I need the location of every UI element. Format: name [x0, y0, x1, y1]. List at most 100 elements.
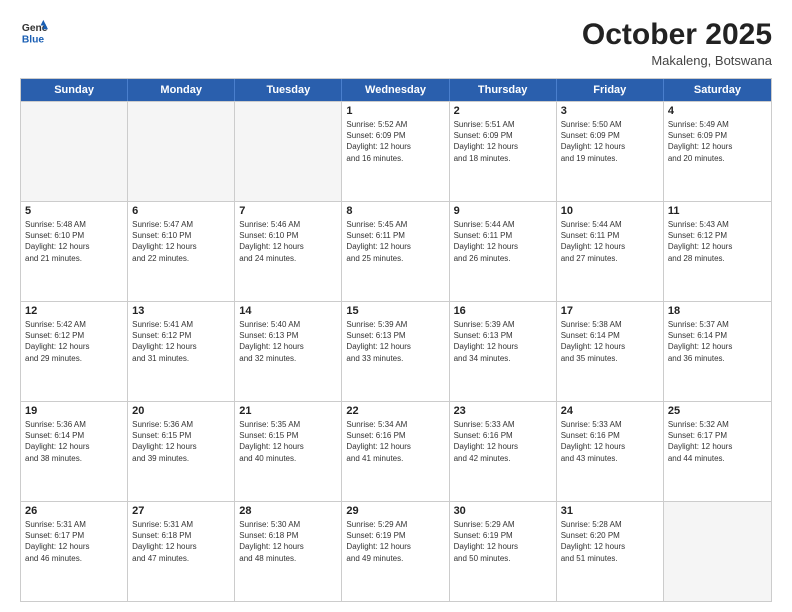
day-number: 6 [132, 205, 230, 217]
day-number: 27 [132, 505, 230, 517]
day-info: Sunrise: 5:31 AM Sunset: 6:18 PM Dayligh… [132, 519, 230, 564]
day-info: Sunrise: 5:44 AM Sunset: 6:11 PM Dayligh… [561, 219, 659, 264]
day-number: 24 [561, 405, 659, 417]
logo-icon: General Blue [20, 18, 48, 46]
day-info: Sunrise: 5:29 AM Sunset: 6:19 PM Dayligh… [346, 519, 444, 564]
calendar-cell: 15 Sunrise: 5:39 AM Sunset: 6:13 PM Dayli… [342, 302, 449, 401]
month-title: October 2025 [582, 18, 772, 51]
day-info: Sunrise: 5:42 AM Sunset: 6:12 PM Dayligh… [25, 319, 123, 364]
day-info: Sunrise: 5:32 AM Sunset: 6:17 PM Dayligh… [668, 419, 767, 464]
calendar-cell: 27 Sunrise: 5:31 AM Sunset: 6:18 PM Dayli… [128, 502, 235, 601]
location: Makaleng, Botswana [582, 53, 772, 68]
day-number: 21 [239, 405, 337, 417]
day-number: 8 [346, 205, 444, 217]
day-info: Sunrise: 5:38 AM Sunset: 6:14 PM Dayligh… [561, 319, 659, 364]
page: General Blue October 2025 Makaleng, Bots… [0, 0, 792, 612]
calendar-row: 19Sunrise: 5:36 AM Sunset: 6:14 PM Dayli… [21, 401, 771, 501]
weekday-header: Sunday [21, 79, 128, 101]
calendar-cell: 10 Sunrise: 5:44 AM Sunset: 6:11 PM Dayli… [557, 202, 664, 301]
weekday-header: Monday [128, 79, 235, 101]
day-number: 30 [454, 505, 552, 517]
calendar-cell: 1 Sunrise: 5:52 AM Sunset: 6:09 PM Daylig… [342, 102, 449, 201]
day-number: 20 [132, 405, 230, 417]
day-number: 1 [346, 105, 444, 117]
day-info: Sunrise: 5:34 AM Sunset: 6:16 PM Dayligh… [346, 419, 444, 464]
calendar-cell: 30 Sunrise: 5:29 AM Sunset: 6:19 PM Dayli… [450, 502, 557, 601]
day-info: Sunrise: 5:49 AM Sunset: 6:09 PM Dayligh… [668, 119, 767, 164]
day-number: 15 [346, 305, 444, 317]
day-info: Sunrise: 5:46 AM Sunset: 6:10 PM Dayligh… [239, 219, 337, 264]
calendar-cell [21, 102, 128, 201]
day-info: Sunrise: 5:50 AM Sunset: 6:09 PM Dayligh… [561, 119, 659, 164]
calendar-cell: 8 Sunrise: 5:45 AM Sunset: 6:11 PM Daylig… [342, 202, 449, 301]
calendar-row: 26 Sunrise: 5:31 AM Sunset: 6:17 PM Dayli… [21, 501, 771, 601]
day-number: 26 [25, 505, 123, 517]
calendar-cell: 26 Sunrise: 5:31 AM Sunset: 6:17 PM Dayli… [21, 502, 128, 601]
calendar-row: 5Sunrise: 5:48 AM Sunset: 6:10 PM Daylig… [21, 201, 771, 301]
calendar-cell: 13 Sunrise: 5:41 AM Sunset: 6:12 PM Dayli… [128, 302, 235, 401]
calendar-cell: 6Sunrise: 5:47 AM Sunset: 6:10 PM Daylig… [128, 202, 235, 301]
day-info: Sunrise: 5:35 AM Sunset: 6:15 PM Dayligh… [239, 419, 337, 464]
calendar-cell: 24 Sunrise: 5:33 AM Sunset: 6:16 PM Dayli… [557, 402, 664, 501]
day-info: Sunrise: 5:39 AM Sunset: 6:13 PM Dayligh… [346, 319, 444, 364]
calendar-cell: 3 Sunrise: 5:50 AM Sunset: 6:09 PM Daylig… [557, 102, 664, 201]
day-info: Sunrise: 5:39 AM Sunset: 6:13 PM Dayligh… [454, 319, 552, 364]
day-info: Sunrise: 5:33 AM Sunset: 6:16 PM Dayligh… [561, 419, 659, 464]
calendar-cell: 25 Sunrise: 5:32 AM Sunset: 6:17 PM Dayli… [664, 402, 771, 501]
calendar-cell: 19Sunrise: 5:36 AM Sunset: 6:14 PM Dayli… [21, 402, 128, 501]
calendar-cell: 28Sunrise: 5:30 AM Sunset: 6:18 PM Dayli… [235, 502, 342, 601]
calendar: SundayMondayTuesdayWednesdayThursdayFrid… [20, 78, 772, 602]
day-number: 29 [346, 505, 444, 517]
day-info: Sunrise: 5:28 AM Sunset: 6:20 PM Dayligh… [561, 519, 659, 564]
day-info: Sunrise: 5:37 AM Sunset: 6:14 PM Dayligh… [668, 319, 767, 364]
day-number: 3 [561, 105, 659, 117]
day-number: 13 [132, 305, 230, 317]
calendar-cell: 16Sunrise: 5:39 AM Sunset: 6:13 PM Dayli… [450, 302, 557, 401]
day-number: 12 [25, 305, 123, 317]
day-number: 23 [454, 405, 552, 417]
day-info: Sunrise: 5:41 AM Sunset: 6:12 PM Dayligh… [132, 319, 230, 364]
calendar-cell: 5Sunrise: 5:48 AM Sunset: 6:10 PM Daylig… [21, 202, 128, 301]
title-block: October 2025 Makaleng, Botswana [582, 18, 772, 68]
calendar-cell: 12 Sunrise: 5:42 AM Sunset: 6:12 PM Dayli… [21, 302, 128, 401]
calendar-cell: 2 Sunrise: 5:51 AM Sunset: 6:09 PM Daylig… [450, 102, 557, 201]
day-number: 14 [239, 305, 337, 317]
weekday-header: Wednesday [342, 79, 449, 101]
day-number: 7 [239, 205, 337, 217]
day-info: Sunrise: 5:29 AM Sunset: 6:19 PM Dayligh… [454, 519, 552, 564]
calendar-cell: 31Sunrise: 5:28 AM Sunset: 6:20 PM Dayli… [557, 502, 664, 601]
calendar-cell: 20 Sunrise: 5:36 AM Sunset: 6:15 PM Dayli… [128, 402, 235, 501]
day-number: 25 [668, 405, 767, 417]
calendar-cell: 29 Sunrise: 5:29 AM Sunset: 6:19 PM Dayli… [342, 502, 449, 601]
day-info: Sunrise: 5:45 AM Sunset: 6:11 PM Dayligh… [346, 219, 444, 264]
calendar-cell: 7 Sunrise: 5:46 AM Sunset: 6:10 PM Daylig… [235, 202, 342, 301]
day-info: Sunrise: 5:33 AM Sunset: 6:16 PM Dayligh… [454, 419, 552, 464]
day-info: Sunrise: 5:48 AM Sunset: 6:10 PM Dayligh… [25, 219, 123, 264]
weekday-header: Friday [557, 79, 664, 101]
calendar-cell: 23 Sunrise: 5:33 AM Sunset: 6:16 PM Dayli… [450, 402, 557, 501]
day-number: 9 [454, 205, 552, 217]
day-info: Sunrise: 5:30 AM Sunset: 6:18 PM Dayligh… [239, 519, 337, 564]
day-number: 22 [346, 405, 444, 417]
day-number: 2 [454, 105, 552, 117]
weekday-header: Thursday [450, 79, 557, 101]
logo: General Blue [20, 18, 48, 46]
calendar-cell: 18 Sunrise: 5:37 AM Sunset: 6:14 PM Dayli… [664, 302, 771, 401]
day-info: Sunrise: 5:52 AM Sunset: 6:09 PM Dayligh… [346, 119, 444, 164]
calendar-row: 1 Sunrise: 5:52 AM Sunset: 6:09 PM Daylig… [21, 101, 771, 201]
weekday-header: Saturday [664, 79, 771, 101]
day-number: 11 [668, 205, 767, 217]
calendar-cell: 17 Sunrise: 5:38 AM Sunset: 6:14 PM Dayli… [557, 302, 664, 401]
day-info: Sunrise: 5:36 AM Sunset: 6:15 PM Dayligh… [132, 419, 230, 464]
day-info: Sunrise: 5:51 AM Sunset: 6:09 PM Dayligh… [454, 119, 552, 164]
calendar-cell: 14Sunrise: 5:40 AM Sunset: 6:13 PM Dayli… [235, 302, 342, 401]
calendar-cell: 9Sunrise: 5:44 AM Sunset: 6:11 PM Daylig… [450, 202, 557, 301]
calendar-cell [128, 102, 235, 201]
calendar-cell: 11Sunrise: 5:43 AM Sunset: 6:12 PM Dayli… [664, 202, 771, 301]
day-number: 10 [561, 205, 659, 217]
calendar-cell [664, 502, 771, 601]
day-number: 17 [561, 305, 659, 317]
calendar-cell [235, 102, 342, 201]
day-info: Sunrise: 5:31 AM Sunset: 6:17 PM Dayligh… [25, 519, 123, 564]
day-number: 18 [668, 305, 767, 317]
